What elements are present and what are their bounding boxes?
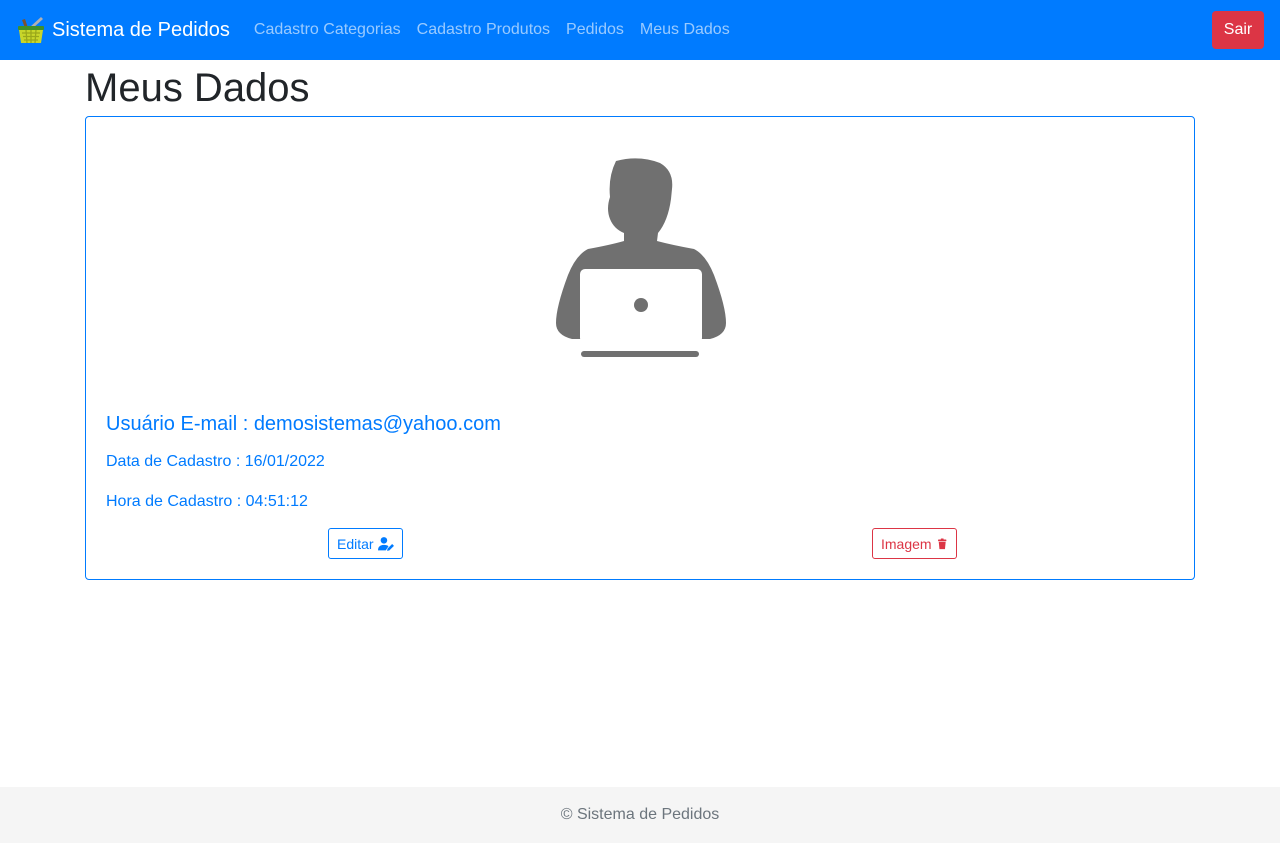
registration-date: Data de Cadastro : 16/01/2022	[106, 453, 325, 470]
profile-card: Usuário E-mail : demosistemas@yahoo.com …	[85, 116, 1195, 580]
image-button-label: Imagem	[881, 535, 932, 552]
page-title: Meus Dados	[85, 66, 310, 110]
registration-time: Hora de Cadastro : 04:51:12	[106, 493, 308, 510]
footer-text: © Sistema de Pedidos	[560, 806, 720, 823]
nav-link-cadastro-produtos[interactable]: Cadastro Produtos	[409, 21, 558, 39]
shopping-basket-icon	[18, 17, 44, 44]
user-email: Usuário E-mail : demosistemas@yahoo.com	[106, 413, 501, 435]
logout-button[interactable]: Sair	[1212, 11, 1264, 49]
navbar-brand[interactable]: Sistema de Pedidos	[16, 15, 230, 45]
footer: © Sistema de Pedidos	[0, 787, 1280, 843]
brand-title: Sistema de Pedidos	[52, 18, 230, 41]
image-delete-button[interactable]: Imagem	[872, 528, 957, 559]
nav-link-pedidos[interactable]: Pedidos	[558, 21, 632, 39]
nav-links: Cadastro Categorias Cadastro Produtos Pe…	[246, 21, 738, 39]
trash-icon	[937, 537, 946, 549]
edit-button-label: Editar	[337, 535, 374, 552]
nav-link-meus-dados[interactable]: Meus Dados	[632, 21, 738, 39]
nav-link-cadastro-categorias[interactable]: Cadastro Categorias	[246, 21, 409, 39]
navbar: Sistema de Pedidos Cadastro Categorias C…	[0, 0, 1280, 60]
edit-button[interactable]: Editar	[328, 528, 403, 559]
user-laptop-icon	[556, 158, 726, 357]
user-edit-icon	[377, 536, 394, 551]
